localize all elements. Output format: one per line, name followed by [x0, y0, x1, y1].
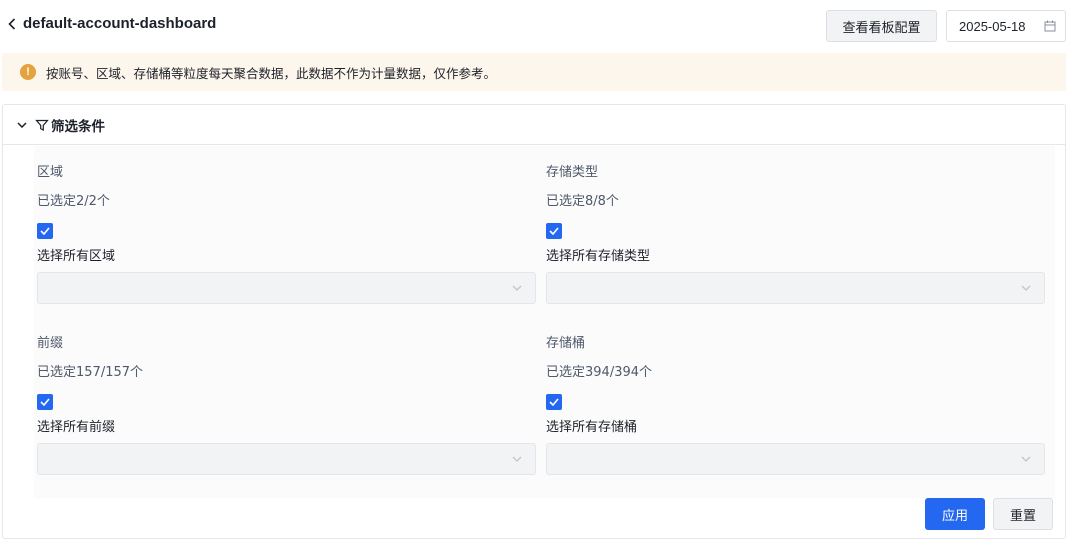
- selected-count-storage-type: 已选定8/8个: [546, 194, 619, 209]
- select-all-bucket-label: 选择所有存储桶: [546, 420, 638, 435]
- select-all-storage-type-checkbox[interactable]: [546, 223, 562, 239]
- select-all-prefix-checkbox[interactable]: [37, 394, 53, 410]
- info-notice: ! 按账号、区域、存储桶等粒度每天聚合数据，此数据不作为计量数据，仅作参考。: [2, 53, 1066, 91]
- check-icon: [40, 227, 50, 235]
- view-dashboard-config-button[interactable]: 查看看板配置: [826, 10, 937, 42]
- filter-label-bucket: 存储桶: [546, 336, 586, 351]
- date-picker[interactable]: 2025-05-18: [946, 10, 1066, 42]
- date-value: 2025-05-18: [959, 18, 1026, 34]
- chevron-down-icon: [1021, 285, 1031, 291]
- check-icon: [549, 227, 559, 235]
- chevron-down-icon: [1021, 456, 1031, 462]
- filter-label-storage-type: 存储类型: [546, 165, 599, 180]
- select-all-region-checkbox[interactable]: [37, 223, 53, 239]
- storage-type-select[interactable]: [546, 272, 1045, 304]
- select-all-bucket-checkbox[interactable]: [546, 394, 562, 410]
- selected-count-prefix: 已选定157/157个: [37, 365, 144, 380]
- filter-label-region: 区域: [37, 165, 64, 180]
- calendar-icon: [1044, 20, 1056, 32]
- selected-count-region: 已选定2/2个: [37, 194, 110, 209]
- back-arrow-icon[interactable]: [5, 16, 19, 32]
- filter-panel-header[interactable]: 筛选条件: [3, 105, 1065, 145]
- bucket-select[interactable]: [546, 443, 1045, 475]
- region-select[interactable]: [37, 272, 536, 304]
- page-title: default-account-dashboard: [23, 15, 217, 32]
- filter-panel: 筛选条件 区域 已选定2/2个 选择所有区域 存储类型 已选定8/8个 选择所有…: [2, 104, 1066, 539]
- notice-text: 按账号、区域、存储桶等粒度每天聚合数据，此数据不作为计量数据，仅作参考。: [46, 65, 497, 81]
- filter-label-prefix: 前缀: [37, 336, 64, 351]
- reset-button[interactable]: 重置: [993, 498, 1053, 530]
- prefix-select[interactable]: [37, 443, 536, 475]
- select-all-region-label: 选择所有区域: [37, 249, 116, 264]
- chevron-down-icon: [512, 285, 522, 291]
- chevron-down-icon: [512, 456, 522, 462]
- select-all-storage-type-label: 选择所有存储类型: [546, 249, 651, 264]
- filter-body: 区域 已选定2/2个 选择所有区域 存储类型 已选定8/8个 选择所有存储类型: [34, 146, 1055, 498]
- apply-button[interactable]: 应用: [925, 498, 985, 530]
- selected-count-bucket: 已选定394/394个: [546, 365, 653, 380]
- filter-panel-title: 筛选条件: [51, 118, 105, 135]
- chevron-down-icon: [15, 118, 29, 132]
- warning-icon: !: [20, 64, 36, 80]
- check-icon: [549, 398, 559, 406]
- check-icon: [40, 398, 50, 406]
- filter-icon: [35, 119, 49, 131]
- select-all-prefix-label: 选择所有前缀: [37, 420, 116, 435]
